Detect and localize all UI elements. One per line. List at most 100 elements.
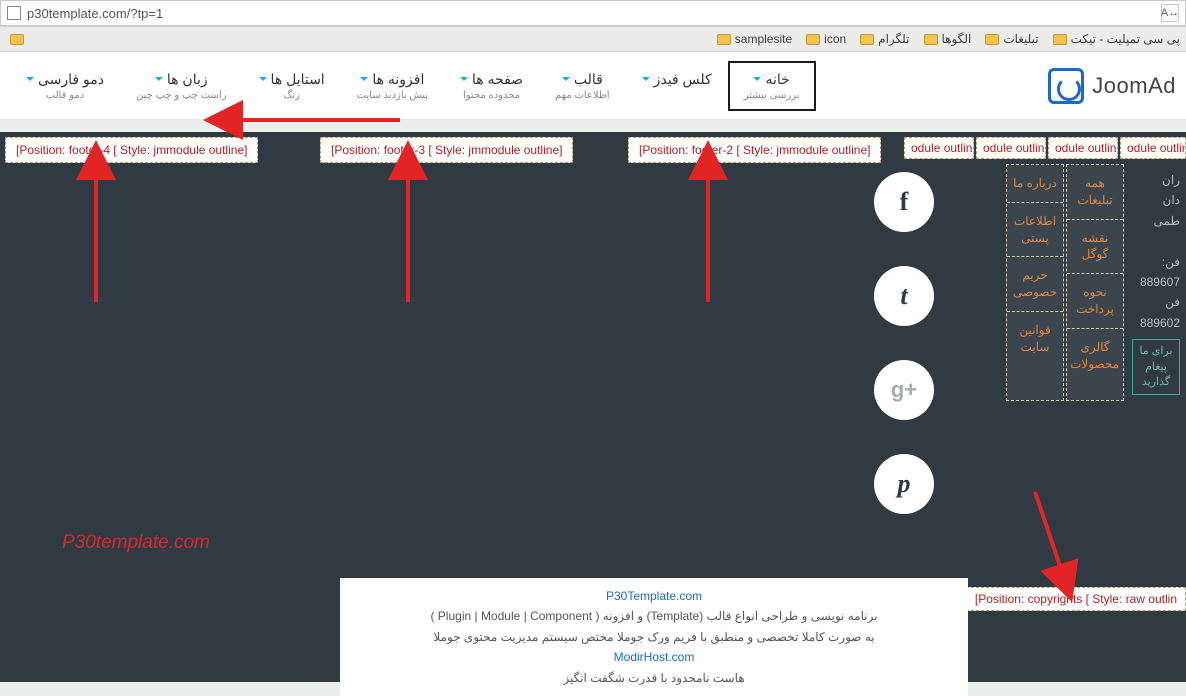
copyright-line: هاست نامحدود با قدرت شگفت انگیز xyxy=(356,668,952,688)
copyright-line: برنامه نویسی و طراحی انواع قالب (Templat… xyxy=(356,606,952,626)
nav-sub: دمو قالب xyxy=(26,90,104,101)
nav-label: زبان ها xyxy=(167,71,208,88)
copyright-link[interactable]: P30Template.com xyxy=(356,586,952,606)
bookmark-label: تبلیغات xyxy=(1003,32,1038,46)
bookmark-label: تلگرام xyxy=(878,32,909,46)
position-fragment: odule outlin xyxy=(1120,137,1186,159)
translate-icon[interactable]: A↔ xyxy=(1161,4,1179,22)
nav-classified[interactable]: کلس فیدز xyxy=(626,61,728,111)
chevron-down-icon xyxy=(26,77,34,81)
info-line: طمی xyxy=(1132,211,1180,231)
bookmark-label: الگوها xyxy=(942,32,972,46)
logo-text: JoomAd xyxy=(1092,73,1176,99)
bookmark-label: icon xyxy=(824,32,846,46)
nav-extensions[interactable]: افزونه ها پیش بازدید سایت xyxy=(341,61,444,111)
nav-sub: راست چپ و چپ چین xyxy=(136,90,227,101)
position-fragment: odule outline xyxy=(904,137,974,159)
footer-link[interactable]: گالری محصولات xyxy=(1067,329,1123,383)
bookmark-item[interactable]: پی سی تمپلیت - تیکت xyxy=(1053,32,1180,46)
address-bar[interactable]: p30template.com/?tp=1 A↔ xyxy=(0,0,1186,26)
nav-sub: اطلاعات مهم xyxy=(555,90,610,101)
nav-sub: پیش بازدید سایت xyxy=(357,90,428,101)
facebook-icon[interactable]: f xyxy=(874,172,934,232)
nav-label: خانه xyxy=(765,71,789,88)
footer-link[interactable]: اطلاعات پستی xyxy=(1007,203,1063,258)
url-text: p30template.com/?tp=1 xyxy=(27,6,1161,21)
copyright-link[interactable]: ModirHost.com xyxy=(356,647,952,667)
footer-zone: [Position: footer-4 [ Style: jmmodule ou… xyxy=(0,132,1186,682)
folder-icon xyxy=(717,34,731,45)
info-line: 889602 xyxy=(1132,313,1180,333)
footer-link[interactable]: حریم خصوصی xyxy=(1007,257,1063,312)
site-logo[interactable]: JoomAd xyxy=(1048,68,1176,104)
copyright-block: P30Template.com برنامه نویسی و طراحی انو… xyxy=(340,578,968,696)
page-icon xyxy=(7,6,21,20)
footer-link[interactable]: نقشه گوگل xyxy=(1067,220,1123,275)
folder-icon xyxy=(1053,34,1067,45)
folder-icon xyxy=(924,34,938,45)
nav-home[interactable]: خانه بررسی بیشتر xyxy=(728,61,816,111)
main-nav: خانه بررسی بیشتر کلس فیدز قالب اطلاعات م… xyxy=(10,61,816,111)
folder-icon xyxy=(806,34,820,45)
bookmark-item[interactable]: تلگرام xyxy=(860,32,909,46)
footer-link[interactable]: درباره ما xyxy=(1007,165,1063,203)
bookmark-label: samplesite xyxy=(735,32,792,46)
twitter-icon[interactable]: t xyxy=(874,266,934,326)
googleplus-icon[interactable]: g+ xyxy=(874,360,934,420)
position-footer-2: [Position: footer-2 [ Style: jmmodule ou… xyxy=(628,137,881,163)
nav-styles[interactable]: استایل ها رنگ xyxy=(243,61,341,111)
footer-link[interactable]: نحوه پرداخت xyxy=(1067,274,1123,329)
nav-label: کلس فیدز xyxy=(654,71,712,88)
info-line: دان xyxy=(1132,190,1180,210)
nav-pages[interactable]: صفحه ها محدوده محتوا xyxy=(444,61,539,111)
footer-links: ران دان طمی فن: 889607 فن 889602 برای ما… xyxy=(936,164,1186,401)
folder-icon xyxy=(985,34,999,45)
chevron-down-icon xyxy=(562,77,570,81)
footer-col-a: درباره ما اطلاعات پستی حریم خصوصی قوانین… xyxy=(1006,164,1064,401)
chevron-down-icon xyxy=(753,77,761,81)
bookmark-label: پی سی تمپلیت - تیکت xyxy=(1071,32,1180,46)
nav-demo[interactable]: دمو فارسی دمو قالب xyxy=(10,61,120,111)
position-footer-4: [Position: footer-4 [ Style: jmmodule ou… xyxy=(5,137,258,163)
watermark-text: P30template.com xyxy=(62,532,210,554)
position-copyrights: [Position: copyrights [ Style: raw outli… xyxy=(966,587,1186,611)
info-line: ران xyxy=(1132,170,1180,190)
chevron-down-icon xyxy=(642,77,650,81)
spacer xyxy=(0,120,1186,132)
bookmark-item[interactable]: icon xyxy=(806,32,846,46)
footer-link[interactable]: قوانین سایت xyxy=(1007,312,1063,366)
folder-icon[interactable] xyxy=(10,34,24,45)
nav-sub: رنگ xyxy=(259,90,325,101)
message-box[interactable]: برای ما پیغام گذارید xyxy=(1132,339,1180,395)
nav-sub: محدوده محتوا xyxy=(460,90,523,101)
position-fragment: odule outline xyxy=(1048,137,1118,159)
pinterest-icon[interactable]: p xyxy=(874,454,934,514)
bookmarks-bar: پی سی تمپلیت - تیکت تبلیغات الگوها تلگرا… xyxy=(0,26,1186,52)
footer-link[interactable]: همه تبلیغات xyxy=(1067,165,1123,220)
nav-langs[interactable]: زبان ها راست چپ و چپ چین xyxy=(120,61,243,111)
nav-label: دمو فارسی xyxy=(38,71,104,88)
info-line: فن: xyxy=(1132,252,1180,272)
nav-label: استایل ها xyxy=(271,71,325,88)
nav-template[interactable]: قالب اطلاعات مهم xyxy=(539,61,626,111)
footer-col-b: همه تبلیغات نقشه گوگل نحوه پرداخت گالری … xyxy=(1066,164,1124,401)
chevron-down-icon xyxy=(460,77,468,81)
contact-info: ران دان طمی فن: 889607 فن 889602 برای ما… xyxy=(1126,164,1186,401)
info-line: 889607 xyxy=(1132,272,1180,292)
folder-icon xyxy=(860,34,874,45)
nav-label: قالب xyxy=(574,71,603,88)
nav-label: صفحه ها xyxy=(472,71,523,88)
bookmark-item[interactable]: تبلیغات xyxy=(985,32,1038,46)
position-footer-3: [Position: footer-3 [ Style: jmmodule ou… xyxy=(320,137,573,163)
chevron-down-icon xyxy=(155,77,163,81)
info-line: فن xyxy=(1132,292,1180,312)
position-fragments: odule outline odule outline odule outlin… xyxy=(904,137,1186,159)
chevron-down-icon xyxy=(259,77,267,81)
logo-icon xyxy=(1048,68,1084,104)
social-column: f t g+ p xyxy=(874,172,934,514)
bookmark-item[interactable]: الگوها xyxy=(924,32,972,46)
main-header: خانه بررسی بیشتر کلس فیدز قالب اطلاعات م… xyxy=(0,52,1186,120)
bookmark-item[interactable]: samplesite xyxy=(717,32,792,46)
nav-sub: بررسی بیشتر xyxy=(744,90,800,101)
position-fragment: odule outline xyxy=(976,137,1046,159)
